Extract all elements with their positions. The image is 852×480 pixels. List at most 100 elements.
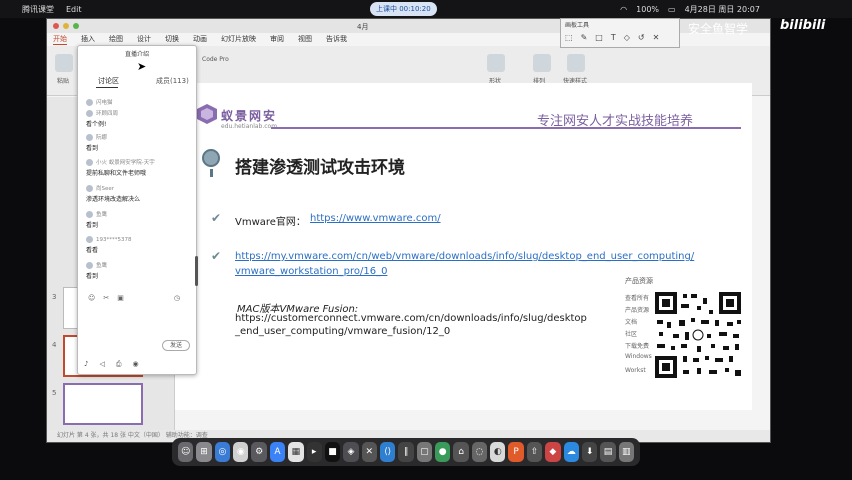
globe-icon — [202, 149, 220, 167]
record-icon[interactable]: ◆ — [545, 442, 561, 462]
chat-scrollbar[interactable] — [195, 256, 198, 286]
tab-transitions[interactable]: 切换 — [165, 34, 179, 44]
chat-user: 193****5378 — [96, 236, 132, 243]
chat-message: 闪电猫 — [86, 98, 191, 106]
chrome-icon[interactable]: ◉ — [233, 442, 249, 462]
send-button[interactable]: 发送 — [162, 340, 190, 351]
tools-icon[interactable]: ✕ — [361, 442, 377, 462]
arrange-button[interactable] — [533, 54, 551, 72]
mac-link-line2[interactable]: _end_user_computing/vmware_fusion/12_0 — [235, 326, 450, 337]
download-link-line1[interactable]: https://my.vmware.com/cn/web/vmware/down… — [235, 251, 694, 262]
logo — [196, 103, 218, 129]
vscode-icon[interactable]: ⟨⟩ — [379, 442, 396, 462]
tab-slideshow[interactable]: 幻灯片放映 — [221, 34, 256, 44]
terminal-icon[interactable]: ▸ — [306, 442, 322, 462]
bilibili-logo: bilibili — [780, 18, 826, 33]
watermark-text: 安全鱼智学 — [688, 22, 749, 36]
chat-message: 鱼鹰 看到 — [86, 210, 191, 229]
chat-user: 鱼鹰 — [96, 263, 108, 269]
vmware-link[interactable]: https://www.vmware.com/ — [310, 213, 441, 224]
chat-message: 尚Seer 渗透环境改造解决么 — [86, 184, 191, 203]
shape-button[interactable] — [487, 54, 505, 72]
clock[interactable]: 4月28日 周日 20:07 — [685, 4, 760, 15]
settings-icon[interactable]: ⚙ — [251, 442, 267, 462]
tencent-class-icon[interactable]: ☁ — [563, 442, 579, 462]
avatar — [86, 98, 93, 106]
menu-edit[interactable]: Edit — [66, 5, 82, 14]
app-icon[interactable]: ◌ — [471, 442, 488, 462]
chat-user: 闪电猫 — [96, 100, 113, 106]
download-link-line2[interactable]: vmware_workstation_pro/16_0 — [235, 266, 387, 277]
battery-label: 100% — [636, 4, 660, 14]
trash-icon[interactable]: ▥ — [618, 442, 634, 462]
mic-icon[interactable]: ♪ — [84, 360, 88, 369]
mac-link-line1[interactable]: https://customerconnect.vmware.com/cn/do… — [235, 313, 587, 324]
chat-user: 小火 蚁景网安学院-天宇 — [96, 160, 155, 166]
paste-button[interactable] — [55, 54, 73, 72]
tab-discussion[interactable]: 讨论区 — [98, 76, 119, 86]
tab-tellme[interactable]: 告诉我 — [326, 34, 347, 44]
chat-user: 鱼鹰 — [96, 212, 108, 218]
safari-icon[interactable]: ◎ — [214, 442, 231, 462]
select-icon[interactable]: ⬚ — [565, 33, 573, 42]
delete-icon[interactable]: ✕ — [653, 33, 660, 42]
slide-canvas[interactable]: 蚁景网安 edu.hetianlab.com 专注网安人才实战技能培养 搭建渗透… — [175, 83, 752, 410]
speaker-icon[interactable]: ◁ — [99, 360, 104, 369]
downloads-icon[interactable]: ⬇ — [581, 442, 598, 462]
powerpoint-icon[interactable]: P — [508, 442, 524, 462]
avatar — [86, 158, 93, 166]
battery-icon[interactable]: ▭ — [668, 5, 676, 14]
preview-icon[interactable]: ▢ — [416, 442, 433, 462]
maximize-icon[interactable] — [73, 23, 79, 29]
image-icon[interactable]: ▣ — [117, 294, 124, 302]
menu-app-name[interactable]: 腾讯课堂 — [22, 4, 54, 15]
chat-message: 小火 蚁景网安学院-天宇 提前私聊和文件老师哦 — [86, 158, 191, 177]
tab-draw[interactable]: 绘图 — [109, 34, 123, 44]
tab-review[interactable]: 审阅 — [270, 34, 284, 44]
airdrop-icon[interactable]: ⇧ — [526, 442, 543, 462]
history-icon[interactable]: ◷ — [174, 294, 180, 302]
thumb-number: 5 — [52, 389, 57, 397]
tab-members[interactable]: 成员(113) — [156, 76, 189, 86]
eraser-icon[interactable]: ◇ — [624, 33, 630, 42]
folder-icon[interactable]: ▤ — [600, 442, 616, 462]
tab-animations[interactable]: 动画 — [193, 34, 207, 44]
qq-icon[interactable]: ◐ — [490, 442, 506, 462]
wireshark-icon[interactable]: ◈ — [343, 442, 359, 462]
calendar-icon[interactable]: ▦ — [288, 442, 304, 462]
appstore-icon[interactable]: A — [269, 442, 286, 462]
rectangle-icon[interactable]: □ — [595, 33, 603, 42]
share-icon[interactable]: ⎙ — [116, 360, 122, 369]
location-icon[interactable]: ◉ — [132, 360, 138, 369]
avatar — [86, 109, 93, 117]
chat-user: 尚Seer — [96, 186, 115, 192]
text-icon[interactable]: T — [611, 33, 616, 42]
mac-menubar: 腾讯课堂 Edit 上课中 00:10:20 ◠ 100% ▭ 4月28日 周日… — [0, 0, 852, 18]
slide-thumbnail[interactable] — [63, 383, 143, 425]
burp-icon[interactable]: ● — [435, 442, 451, 462]
emoji-icon[interactable]: ☺ — [88, 294, 95, 302]
tab-home[interactable]: 开始 — [53, 34, 67, 45]
qr-side-text: Windows — [625, 353, 652, 360]
wifi-icon[interactable]: ◠ — [620, 5, 627, 14]
avatar — [86, 210, 93, 218]
finder-icon[interactable]: ☺ — [178, 442, 194, 462]
launchpad-icon[interactable]: ⊞ — [196, 442, 212, 462]
tab-view[interactable]: 视图 — [298, 34, 312, 44]
live-intro-tab[interactable]: 直播介绍 — [78, 49, 196, 58]
tab-insert[interactable]: 插入 — [81, 34, 95, 44]
scissors-icon[interactable]: ✂ — [103, 294, 109, 302]
font-name-field[interactable]: Code Pro — [202, 56, 229, 63]
parallels-icon[interactable]: ∥ — [398, 442, 414, 462]
recording-badge[interactable]: 上课中 00:10:20 — [370, 2, 437, 16]
git-icon[interactable]: ⌂ — [453, 442, 469, 462]
logo-title: 蚁景网安 — [221, 109, 278, 123]
quick-style-button[interactable] — [567, 54, 585, 72]
pen-icon[interactable]: ✎ — [581, 33, 588, 42]
close-icon[interactable] — [53, 23, 59, 29]
minimize-icon[interactable] — [63, 23, 69, 29]
logo-icon — [197, 104, 217, 124]
tab-design[interactable]: 设计 — [137, 34, 151, 44]
notes-icon[interactable]: ■ — [324, 442, 341, 462]
undo-icon[interactable]: ↺ — [638, 33, 645, 42]
